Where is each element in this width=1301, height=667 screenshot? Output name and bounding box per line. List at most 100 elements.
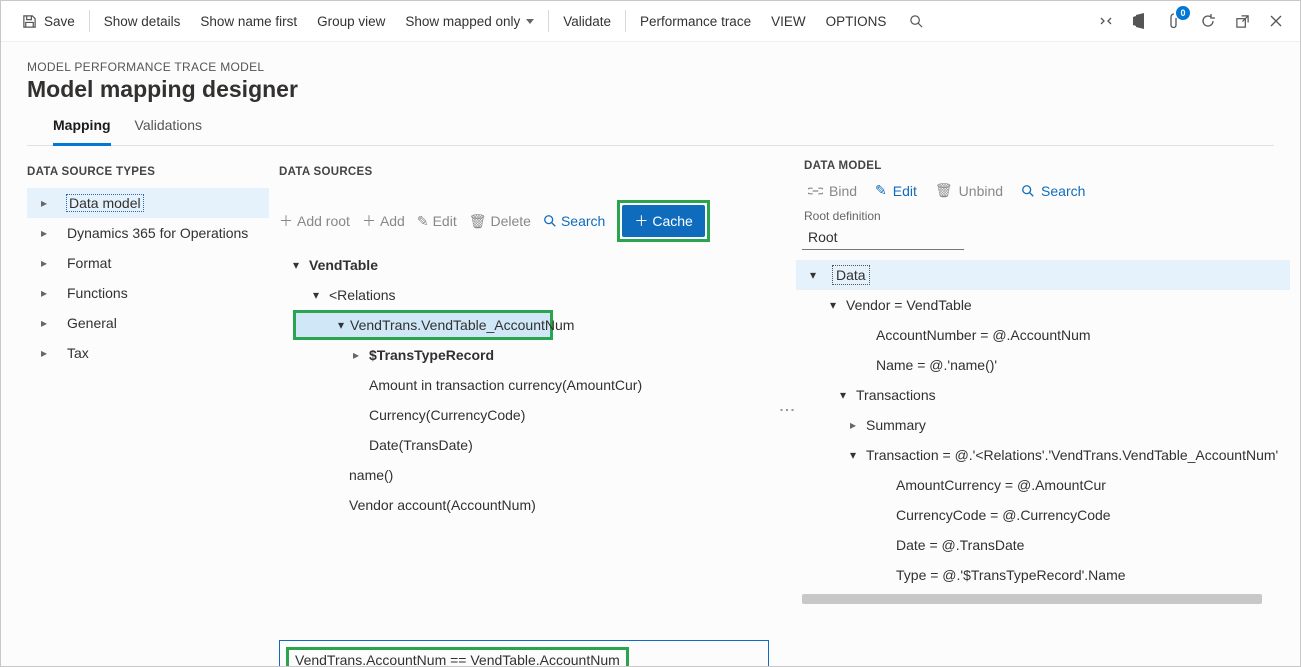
caret-expanded-icon[interactable] [806,268,820,282]
dm-node[interactable]: Transaction = @.'<Relations'.'VendTrans.… [796,440,1290,470]
tab-mapping[interactable]: Mapping [53,109,111,146]
ds-type-item[interactable]: Data model [27,188,269,218]
validate-button[interactable]: Validate [553,1,621,41]
dm-node[interactable]: Name = @.'name()' [796,350,1290,380]
show-details-button[interactable]: Show details [94,1,191,41]
horizontal-scrollbar[interactable] [802,594,1262,604]
ds-type-item[interactable]: Format [27,248,269,278]
caret-collapsed-icon[interactable] [37,196,51,210]
caret-collapsed-icon[interactable] [37,256,51,270]
caret-collapsed-icon[interactable] [846,418,860,432]
link-chain-icon[interactable] [1096,11,1116,31]
edit-button[interactable]: ✎ Edit [417,213,457,230]
ds-type-item[interactable]: General [27,308,269,338]
refresh-icon[interactable] [1198,11,1218,31]
save-button[interactable]: Save [9,1,85,41]
data-sources-toolbar: ＋ Add root ＋ Add ✎ Edit 🗑 Delete [279,200,767,242]
plus-icon: ＋ [634,211,648,231]
data-model-tree: Data Vendor = VendTable AccountNumber = … [796,260,1290,590]
caret-expanded-icon[interactable] [846,448,860,462]
ds-node-selected[interactable]: VendTrans.VendTable_AccountNum [293,310,553,340]
dm-node[interactable]: AmountCurrency = @.AmountCur [796,470,1290,500]
caret-collapsed-icon[interactable] [37,316,51,330]
dm-node[interactable]: Transactions [796,380,1290,410]
data-model-title: DATA MODEL [796,160,1290,180]
ds-type-item[interactable]: Functions [27,278,269,308]
search-button[interactable]: Search [543,213,605,229]
tab-validations[interactable]: Validations [135,109,202,145]
ds-node-label: Date(TransDate) [369,437,473,453]
dm-node[interactable]: CurrencyCode = @.CurrencyCode [796,500,1290,530]
pane-resize-handle[interactable]: ⋮ [777,402,796,418]
dm-node[interactable]: Type = @.'$TransTypeRecord'.Name [796,560,1290,590]
dm-node-label: Transactions [856,387,936,403]
caret-expanded-icon[interactable] [338,318,344,332]
ds-type-label: Dynamics 365 for Operations [67,225,248,241]
dm-node[interactable]: AccountNumber = @.AccountNum [796,320,1290,350]
caret-expanded-icon[interactable] [309,288,323,302]
dm-node-label: CurrencyCode = @.CurrencyCode [896,507,1111,523]
cache-button[interactable]: ＋ Cache [622,205,704,237]
expression-input[interactable]: VendTrans.AccountNum == VendTable.Accoun… [279,640,769,666]
ds-type-item[interactable]: Dynamics 365 for Operations [27,218,269,248]
dm-node[interactable]: Data [796,260,1290,290]
bind-button[interactable]: Bind [808,183,857,199]
group-view-button[interactable]: Group view [307,1,395,41]
pencil-icon: ✎ [875,182,887,199]
trash-icon: 🗑 [935,182,953,199]
edit-label: Edit [893,183,917,199]
delete-button[interactable]: 🗑 Delete [469,213,531,230]
unbind-label: Unbind [959,183,1003,199]
ds-node-label: $TransTypeRecord [369,347,494,363]
dm-node[interactable]: Summary [796,410,1290,440]
ds-node[interactable]: Amount in transaction currency(AmountCur… [279,370,767,400]
dm-node-label: Data [834,267,868,283]
close-icon[interactable] [1266,11,1286,31]
root-definition-label: Root definition [796,209,1290,223]
ds-node[interactable]: $TransTypeRecord [279,340,767,370]
view-button[interactable]: VIEW [761,1,816,41]
ds-node-label: Currency(CurrencyCode) [369,407,525,423]
caret-expanded-icon[interactable] [289,258,303,272]
attach-badge: 0 [1176,6,1190,20]
caret-expanded-icon[interactable] [826,298,840,312]
search-button[interactable] [896,1,936,41]
add-root-button[interactable]: ＋ Add root [279,211,350,231]
performance-trace-button[interactable]: Performance trace [630,1,761,41]
ds-node[interactable]: Vendor account(AccountNum) [279,490,767,520]
dm-node[interactable]: Date = @.TransDate [796,530,1290,560]
show-name-first-button[interactable]: Show name first [190,1,307,41]
dm-node-label: Summary [866,417,926,433]
bind-label: Bind [829,183,857,199]
dm-node[interactable]: Vendor = VendTable [796,290,1290,320]
caret-collapsed-icon[interactable] [37,226,51,240]
data-sources-title: DATA SOURCES [279,166,767,178]
popout-icon[interactable] [1232,11,1252,31]
search-button[interactable]: Search [1021,183,1085,199]
show-mapped-only-button[interactable]: Show mapped only [395,1,544,41]
ds-node[interactable]: VendTable [279,250,767,280]
edit-button[interactable]: ✎ Edit [875,182,917,199]
caret-collapsed-icon[interactable] [349,348,363,362]
attach-icon[interactable]: 0 [1164,11,1184,31]
ds-node[interactable]: <Relations [279,280,767,310]
unbind-button[interactable]: 🗑 Unbind [935,182,1003,199]
page-title: Model mapping designer [27,76,1274,103]
caret-collapsed-icon[interactable] [37,286,51,300]
toolbar-right: 0 [1096,11,1292,31]
caret-expanded-icon[interactable] [836,388,850,402]
toolbar-separator [548,10,549,32]
ds-type-label: Format [67,255,111,271]
delete-label: Delete [491,213,531,229]
caret-collapsed-icon[interactable] [37,346,51,360]
toolbar-separator [625,10,626,32]
ds-type-item[interactable]: Tax [27,338,269,368]
add-button[interactable]: ＋ Add [362,211,405,231]
ds-node[interactable]: name() [279,460,767,490]
ds-node[interactable]: Date(TransDate) [279,430,767,460]
ds-node[interactable]: Currency(CurrencyCode) [279,400,767,430]
office-icon[interactable] [1130,11,1150,31]
options-button[interactable]: OPTIONS [816,1,897,41]
save-icon [19,11,39,31]
root-definition-value[interactable]: Root [802,225,964,250]
